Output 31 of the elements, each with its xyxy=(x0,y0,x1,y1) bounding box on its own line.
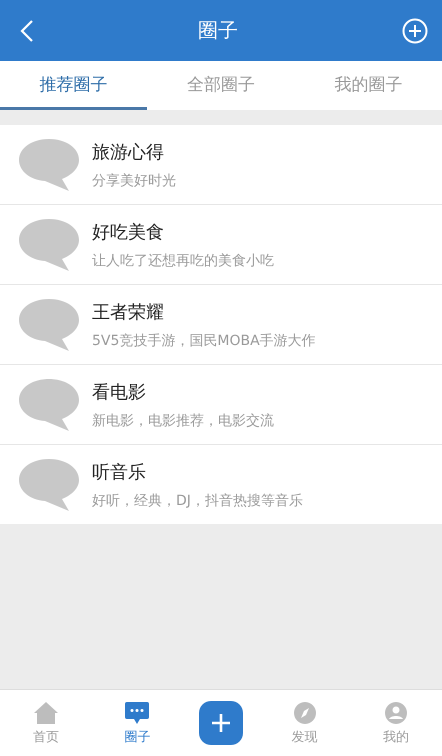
chat-icon xyxy=(124,700,150,724)
nav-tab[interactable]: 发现 xyxy=(274,700,335,746)
speech-bubble-icon xyxy=(18,378,80,432)
circle-name: 看电影 xyxy=(92,380,147,404)
circle-name: 王者荣耀 xyxy=(92,300,165,324)
plus-icon xyxy=(210,712,232,734)
circle-description: 新电影，电影推荐，电影交流 xyxy=(92,412,274,430)
tab[interactable]: 我的圈子 xyxy=(294,61,442,110)
speech-bubble-icon xyxy=(18,298,80,352)
circle-description: 5V5竞技手游，国民MOBA手游大作 xyxy=(92,332,316,350)
person-icon xyxy=(384,700,408,724)
speech-bubble-icon xyxy=(18,138,80,192)
circle-description: 好听，经典，DJ，抖音热搜等音乐 xyxy=(92,492,303,510)
add-icon[interactable] xyxy=(402,18,428,44)
circle-description: 让人吃了还想再吃的美食小吃 xyxy=(92,252,274,270)
tab[interactable]: 全部圈子 xyxy=(147,61,295,110)
circle-name: 好吃美食 xyxy=(92,220,165,244)
tab[interactable]: 推荐圈子 xyxy=(0,61,148,110)
nav-tab[interactable]: 圈子 xyxy=(107,700,168,746)
add-button[interactable] xyxy=(198,701,243,745)
back-icon[interactable] xyxy=(20,18,34,42)
circle-description: 分享美好时光 xyxy=(92,172,176,190)
page-title: 圈子 xyxy=(198,17,238,44)
speech-bubble-icon xyxy=(18,218,80,272)
compass-icon xyxy=(292,700,317,724)
nav-tab[interactable]: 我的 xyxy=(366,700,426,746)
speech-bubble-icon xyxy=(18,458,80,512)
circle-name: 听音乐 xyxy=(92,460,147,484)
circle-name: 旅游心得 xyxy=(92,140,165,164)
house-icon xyxy=(32,700,59,724)
nav-tab[interactable]: 首页 xyxy=(16,700,76,746)
